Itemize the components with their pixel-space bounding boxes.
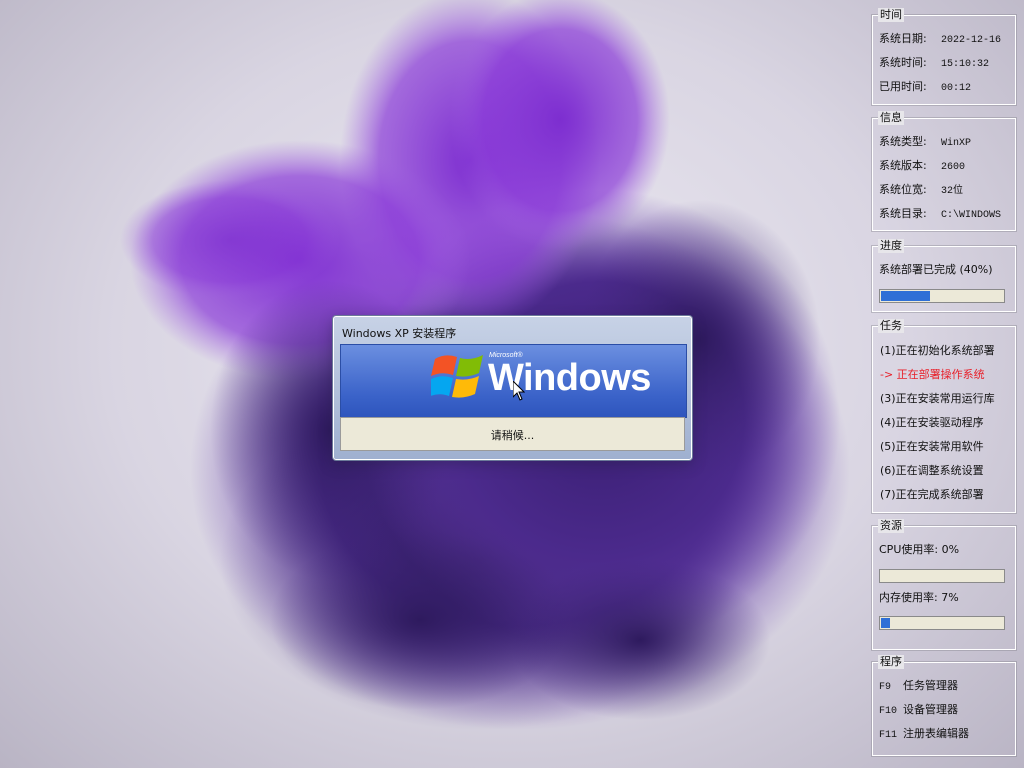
- system-version-value: 2600: [941, 162, 966, 173]
- system-time-label: 系统时间:: [879, 56, 927, 69]
- cpu-usage-label: CPU使用率: 0%: [879, 543, 960, 556]
- elapsed-time-value: 00:12: [941, 83, 972, 94]
- memory-usage-label: 内存使用率: 7%: [879, 591, 959, 604]
- program-key-f9: F9: [879, 682, 892, 693]
- system-type-value: WinXP: [941, 138, 972, 149]
- windows-flag-icon: [431, 355, 483, 398]
- task-item-4: (4)正在安装驱动程序: [880, 416, 984, 429]
- system-dir-value: C:\WINDOWS: [941, 210, 1002, 221]
- windows-banner: Microsoft® Windows: [340, 344, 687, 418]
- system-type-label: 系统类型:: [879, 135, 927, 148]
- program-registry-editor[interactable]: F11 注册表编辑器: [879, 727, 969, 741]
- task-item-3: (3)正在安装常用运行库: [880, 392, 995, 405]
- setup-dialog: Windows XP 安装程序 Microsoft® Windows 请稍候..…: [333, 316, 692, 460]
- task-item-6: (6)正在调整系统设置: [880, 464, 984, 477]
- task-item-2-active: -> 正在部署操作系统: [880, 368, 985, 381]
- system-date-row: 系统日期: 2022-12-16: [879, 32, 1001, 46]
- resources-panel: 资源 CPU使用率: 0% 内存使用率: 7%: [872, 519, 1016, 650]
- task-item-7: (7)正在完成系统部署: [880, 488, 984, 501]
- program-device-manager[interactable]: F10 设备管理器: [879, 703, 958, 717]
- system-bitness-row: 系统位宽: 32位: [879, 183, 963, 197]
- cpu-usage-bar: [879, 569, 1005, 583]
- dialog-status-area: 请稍候...: [340, 417, 685, 451]
- program-label-device-manager: 设备管理器: [903, 703, 958, 716]
- system-date-label: 系统日期:: [879, 32, 927, 45]
- program-label-registry-editor: 注册表编辑器: [903, 727, 969, 740]
- time-panel: 时间 系统日期: 2022-12-16 系统时间: 15:10:32 已用时间: 00…: [872, 8, 1016, 105]
- deploy-progress-fill: [881, 291, 930, 301]
- mouse-cursor-icon: [513, 381, 525, 401]
- programs-panel: 程序 F9 任务管理器 F10 设备管理器 F11 注册表编辑器: [872, 655, 1016, 756]
- system-version-row: 系统版本: 2600: [879, 159, 965, 173]
- deploy-progress-bar: [879, 289, 1005, 303]
- system-bitness-label: 系统位宽:: [879, 183, 927, 196]
- program-task-manager[interactable]: F9 任务管理器: [879, 679, 958, 693]
- program-key-f11: F11: [879, 730, 898, 741]
- please-wait-text: 请稍候...: [490, 429, 535, 442]
- elapsed-time-label: 已用时间:: [879, 80, 927, 93]
- tasks-panel: 任务 (1)正在初始化系统部署 -> 正在部署操作系统 (3)正在安装常用运行库…: [872, 319, 1016, 513]
- system-dir-label: 系统目录:: [879, 207, 927, 220]
- tasks-panel-title: 任务: [878, 319, 904, 333]
- system-type-row: 系统类型: WinXP: [879, 135, 971, 149]
- programs-panel-title: 程序: [878, 655, 904, 669]
- elapsed-time-row: 已用时间: 00:12: [879, 80, 971, 94]
- system-version-label: 系统版本:: [879, 159, 927, 172]
- memory-usage-fill: [881, 618, 890, 628]
- program-key-f10: F10: [879, 706, 898, 717]
- system-bitness-value: 32位: [941, 186, 964, 197]
- info-panel-title: 信息: [878, 111, 904, 125]
- time-panel-title: 时间: [878, 8, 904, 22]
- system-time-value: 15:10:32: [941, 59, 990, 70]
- progress-status: 系统部署已完成 (40%): [879, 263, 993, 276]
- system-time-row: 系统时间: 15:10:32: [879, 56, 989, 70]
- memory-usage-bar: [879, 616, 1005, 630]
- progress-panel: 进度 系统部署已完成 (40%): [872, 239, 1016, 312]
- system-dir-row: 系统目录: C:\WINDOWS: [879, 207, 1001, 221]
- program-label-task-manager: 任务管理器: [903, 679, 958, 692]
- resources-panel-title: 资源: [878, 519, 904, 533]
- dialog-title: Windows XP 安装程序: [342, 327, 457, 340]
- task-item-1: (1)正在初始化系统部署: [880, 344, 995, 357]
- system-date-value: 2022-12-16: [941, 35, 1002, 46]
- info-panel: 信息 系统类型: WinXP 系统版本: 2600 系统位宽: 32位 系统目录: C:…: [872, 111, 1016, 231]
- task-item-5: (5)正在安装常用软件: [880, 440, 984, 453]
- progress-panel-title: 进度: [878, 239, 904, 253]
